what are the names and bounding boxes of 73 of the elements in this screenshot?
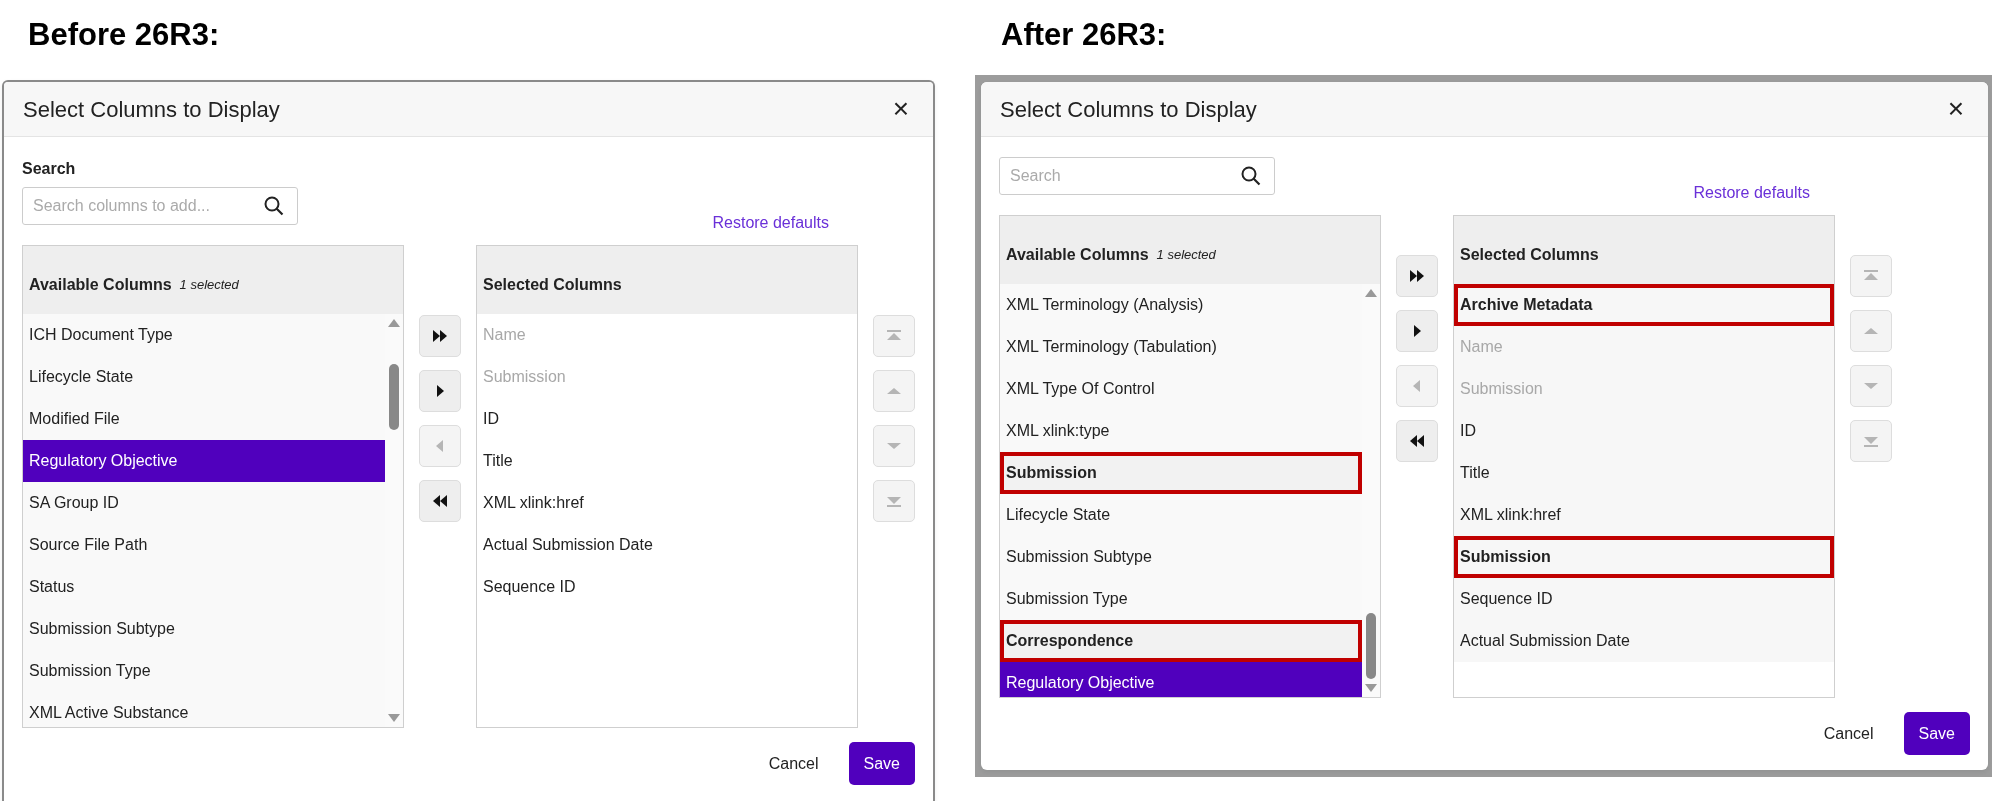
list-item[interactable]: Regulatory Objective — [23, 440, 385, 482]
list-item[interactable]: Sequence ID — [477, 566, 857, 608]
add-all-button[interactable] — [419, 315, 461, 357]
add-all-button[interactable] — [1396, 255, 1438, 297]
list-item[interactable]: XML xlink:href — [477, 482, 857, 524]
group-header: Correspondence — [1000, 620, 1362, 662]
list-title: Selected Columns — [483, 275, 622, 295]
list-item[interactable]: XML xlink:href — [1454, 494, 1834, 536]
scroll-up-icon[interactable] — [1364, 288, 1378, 298]
list-item[interactable]: Submission Type — [23, 650, 385, 692]
list-item[interactable]: Lifecycle State — [23, 356, 385, 398]
list-item[interactable]: Title — [477, 440, 857, 482]
scrollbar[interactable] — [1362, 284, 1380, 697]
list-item[interactable]: XML Active Substance — [23, 692, 385, 727]
double-left-arrow-icon — [1408, 433, 1426, 449]
list-item[interactable]: Actual Submission Date — [1454, 620, 1834, 662]
list-item[interactable]: Submission Type — [1000, 578, 1362, 620]
list-item[interactable]: Regulatory Objective — [1000, 662, 1362, 697]
close-button[interactable]: × — [888, 95, 913, 123]
remove-all-button[interactable] — [1396, 420, 1438, 462]
restore-defaults-link[interactable]: Restore defaults — [712, 211, 829, 245]
list-item[interactable]: ICH Document Type — [23, 314, 385, 356]
cancel-button[interactable]: Cancel — [762, 750, 825, 777]
scroll-down-icon[interactable] — [1364, 683, 1378, 693]
close-button[interactable]: × — [1943, 95, 1968, 123]
list-item[interactable]: XML Type Of Control — [1000, 368, 1362, 410]
list-title: Available Columns — [1006, 245, 1149, 265]
group-header: Archive Metadata — [1454, 284, 1834, 326]
scroll-thumb[interactable] — [1366, 613, 1376, 679]
double-right-arrow-icon — [1408, 268, 1426, 284]
heading: After 26R3: — [1001, 20, 1167, 50]
dialog-title: Select Columns to Display — [23, 95, 280, 124]
list-title: Selected Columns — [1460, 245, 1599, 265]
remove-all-button[interactable] — [419, 480, 461, 522]
group-header: Submission — [1000, 452, 1362, 494]
list-item[interactable]: Submission Subtype — [1000, 536, 1362, 578]
list-item[interactable]: XML Terminology (Analysis) — [1000, 284, 1362, 326]
list-item[interactable]: Lifecycle State — [1000, 494, 1362, 536]
list-item[interactable]: ID — [477, 398, 857, 440]
list-item[interactable]: Title — [1454, 452, 1834, 494]
save-button[interactable]: Save — [848, 742, 915, 785]
list-item[interactable]: Source File Path — [23, 524, 385, 566]
search-icon — [1241, 166, 1261, 186]
list-item[interactable]: Submission Subtype — [23, 608, 385, 650]
list-item[interactable]: XML Terminology (Tabulation) — [1000, 326, 1362, 368]
heading: Before 26R3: — [28, 20, 220, 50]
dialog-title: Select Columns to Display — [1000, 95, 1257, 124]
search-label: Search — [22, 159, 76, 179]
list-item[interactable]: Actual Submission Date — [477, 524, 857, 566]
list-item[interactable]: ID — [1454, 410, 1834, 452]
restore-defaults-link[interactable]: Restore defaults — [1693, 181, 1810, 215]
search-field[interactable]: Search columns to add... — [22, 187, 298, 225]
list-item[interactable]: SA Group ID — [23, 482, 385, 524]
search-field[interactable]: Search — [999, 157, 1275, 195]
scrollbar[interactable] — [385, 314, 403, 727]
cancel-button[interactable]: Cancel — [1817, 720, 1880, 747]
list-item[interactable]: Sequence ID — [1454, 578, 1834, 620]
save-button[interactable]: Save — [1903, 712, 1970, 755]
double-left-arrow-icon — [431, 493, 449, 509]
add-button[interactable] — [419, 370, 461, 412]
scroll-down-icon[interactable] — [387, 713, 401, 723]
add-button[interactable] — [1396, 310, 1438, 352]
search-icon — [264, 196, 284, 216]
list-item[interactable]: Status — [23, 566, 385, 608]
double-right-arrow-icon — [431, 328, 449, 344]
group-header: Submission — [1454, 536, 1834, 578]
scroll-thumb[interactable] — [389, 364, 399, 430]
selection-count: 1 selected — [1156, 246, 1216, 265]
list-title: Available Columns — [29, 275, 172, 295]
list-item[interactable]: XML xlink:type — [1000, 410, 1362, 452]
scroll-up-icon[interactable] — [387, 318, 401, 328]
selection-count: 1 selected — [179, 276, 239, 295]
list-item[interactable]: Modified File — [23, 398, 385, 440]
